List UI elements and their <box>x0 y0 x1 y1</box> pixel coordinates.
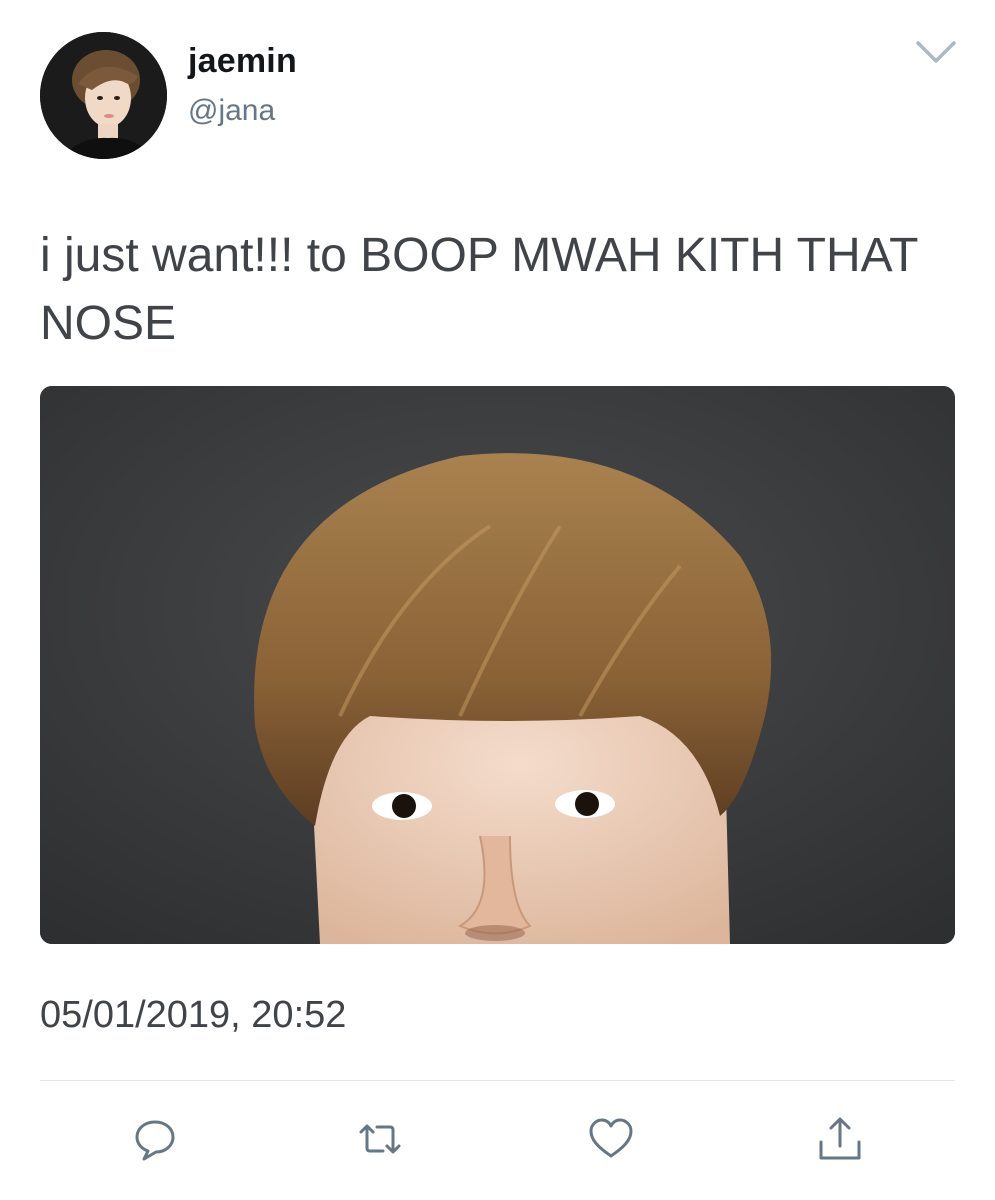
author-handle[interactable]: @jana <box>188 94 275 128</box>
retweet-icon[interactable] <box>355 1114 405 1164</box>
share-icon[interactable] <box>815 1114 865 1164</box>
tweet-timestamp[interactable]: 05/01/2019, 20:52 <box>40 994 346 1037</box>
author-display-name[interactable]: jaemin <box>188 42 297 81</box>
author-avatar[interactable] <box>40 32 167 159</box>
tweet-media-photo[interactable] <box>40 386 955 944</box>
photo-image <box>40 386 955 944</box>
avatar-photo <box>40 32 167 159</box>
divider <box>40 1080 955 1081</box>
reply-icon[interactable] <box>130 1114 180 1164</box>
tweet-text: i just want!!! to BOOP MWAH KITH THAT NO… <box>40 229 918 350</box>
heart-icon[interactable] <box>586 1114 636 1164</box>
tweet-card: jaemin @jana i just want!!! to BOOP MWAH… <box>0 0 995 1200</box>
chevron-down-icon[interactable] <box>914 34 958 70</box>
